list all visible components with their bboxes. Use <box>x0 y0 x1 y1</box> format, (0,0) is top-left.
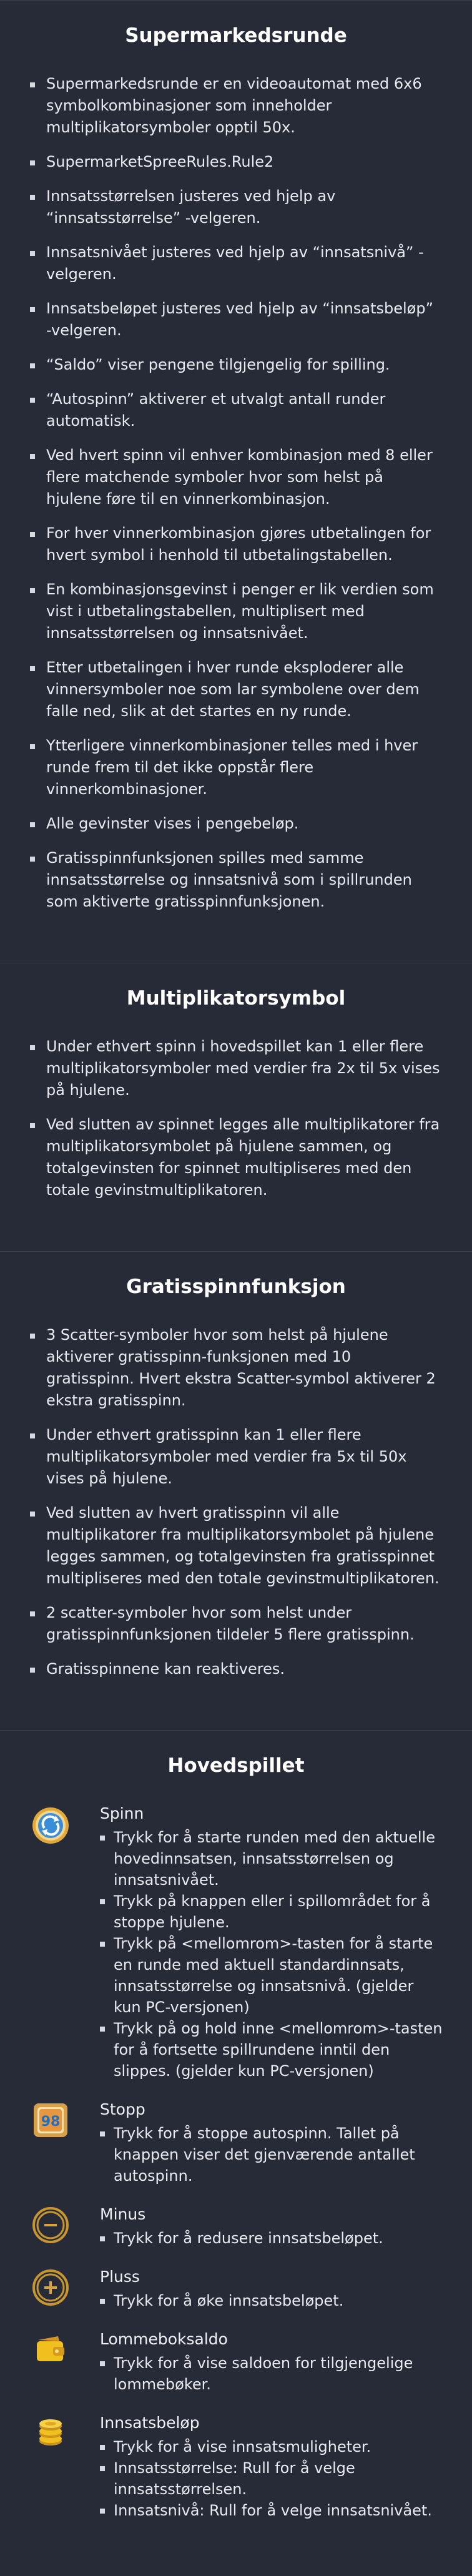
control-name: Pluss <box>100 2268 140 2286</box>
rule-item: SupermarketSpreeRules.Rule2 <box>29 151 443 173</box>
rule-item: Innsatsnivået justeres ved hjelp av “inn… <box>29 242 443 285</box>
rules-section-gratisspinnfunksjon: Gratisspinnfunksjon 3 Scatter-symboler h… <box>0 1251 472 1730</box>
control-desc: Trykk for å redusere innsatsbeløpet. <box>100 2228 443 2249</box>
rule-item: 3 Scatter-symboler hvor som helst på hju… <box>29 1324 443 1412</box>
rules-section-supermarkedsrunde: Supermarkedsrunde Supermarkedsrunde er e… <box>0 0 472 963</box>
control-name: Innsatsbeløp <box>100 2414 200 2432</box>
section-title: Supermarkedsrunde <box>125 24 347 47</box>
control-stop: 98 Stopp Trykk for å stoppe autospinn. T… <box>0 2099 472 2186</box>
rule-item: Innsatsbeløpet justeres ved hjelp av “in… <box>29 298 443 342</box>
rule-item: Alle gevinster vises i pengebeløp. <box>29 813 443 835</box>
control-name: Minus <box>100 2205 146 2223</box>
control-bet-amount: Innsatsbeløp Trykk for å vise innsatsmul… <box>0 2412 472 2521</box>
control-spin: Spinn Trykk for å starte runden med den … <box>0 1803 472 2082</box>
rule-item: Ved slutten av hvert gratisspinn vil all… <box>29 1502 443 1590</box>
control-desc: Trykk for å vise innsatsmuligheter. <box>100 2436 443 2457</box>
coins-icon <box>29 2412 72 2450</box>
rule-item: Etter utbetalingen i hver runde eksplode… <box>29 657 443 722</box>
control-desc: Trykk på <mellomrom>-tasten for å starte… <box>100 1933 443 2018</box>
rule-item: Ved slutten av spinnet legges alle multi… <box>29 1114 443 1201</box>
control-minus: Minus Trykk for å redusere innsatsbeløpe… <box>0 2204 472 2249</box>
section-title: Multiplikatorsymbol <box>126 987 346 1010</box>
control-name: Lommeboksaldo <box>100 2330 228 2348</box>
control-desc: Trykk for å stoppe autospinn. Tallet på … <box>100 2123 443 2186</box>
section-title: Hovedspillet <box>167 1754 305 1777</box>
control-desc: Innsatsstørrelse: Rull for å velge innsa… <box>100 2457 443 2500</box>
rule-item: 2 scatter-symboler hvor som helst under … <box>29 1602 443 1646</box>
control-wallet: Lommeboksaldo Trykk for å vise saldoen f… <box>0 2329 472 2395</box>
section-title: Gratisspinnfunksjon <box>126 1276 346 1298</box>
rule-item: “Saldo” viser pengene tilgjengelig for s… <box>29 354 443 376</box>
control-name: Spinn <box>100 1804 144 1822</box>
control-desc: Innsatsnivå: Rull for å velge innsatsniv… <box>100 2500 443 2521</box>
rules-list: Under ethvert spinn i hovedspillet kan 1… <box>0 1036 472 1201</box>
rules-section-multiplikatorsymbol: Multiplikatorsymbol Under ethvert spinn … <box>0 963 472 1251</box>
rule-item: For hver vinnerkombinasjon gjøres utbeta… <box>29 523 443 566</box>
rule-item: Supermarkedsrunde er en videoautomat med… <box>29 73 443 139</box>
control-desc: Trykk på knappen eller i spillområdet fo… <box>100 1890 443 1933</box>
rules-list: 3 Scatter-symboler hvor som helst på hju… <box>0 1324 472 1680</box>
autospin-stop-icon: 98 <box>29 2099 72 2139</box>
control-plus: Pluss Trykk for å øke innsatsbeløpet. <box>0 2266 472 2311</box>
minus-icon <box>29 2204 72 2244</box>
main-game-section: Hovedspillet Spinn Trykk for å starte ru… <box>0 1730 472 2576</box>
control-desc: Trykk på og hold inne <mellomrom>-tasten… <box>100 2018 443 2082</box>
autospin-count: 98 <box>41 2114 61 2130</box>
spin-icon <box>29 1803 72 1846</box>
rule-item: “Autospinn” aktiverer et utvalgt antall … <box>29 388 443 432</box>
control-desc: Trykk for å øke innsatsbeløpet. <box>100 2290 443 2311</box>
rule-item: Ytterligere vinnerkombinasjoner telles m… <box>29 735 443 800</box>
rule-item: Gratisspinnene kan reaktiveres. <box>29 1658 443 1680</box>
rule-item: Innsatsstørrelsen justeres ved hjelp av … <box>29 185 443 229</box>
control-desc: Trykk for å vise saldoen for tilgjengeli… <box>100 2352 443 2395</box>
rule-item: Gratisspinnfunksjonen spilles med samme … <box>29 847 443 913</box>
control-name: Stopp <box>100 2100 145 2118</box>
control-desc: Trykk for å starte runden med den aktuel… <box>100 1827 443 1890</box>
rules-list: Supermarkedsrunde er en videoautomat med… <box>0 73 472 913</box>
rule-item: Ved hvert spinn vil enhver kombinasjon m… <box>29 445 443 510</box>
rule-item: Under ethvert gratisspinn kan 1 eller fl… <box>29 1424 443 1490</box>
rule-item: En kombinasjonsgevinst i penger er lik v… <box>29 579 443 644</box>
rule-item: Under ethvert spinn i hovedspillet kan 1… <box>29 1036 443 1101</box>
wallet-icon <box>29 2329 72 2366</box>
plus-icon <box>29 2266 72 2306</box>
